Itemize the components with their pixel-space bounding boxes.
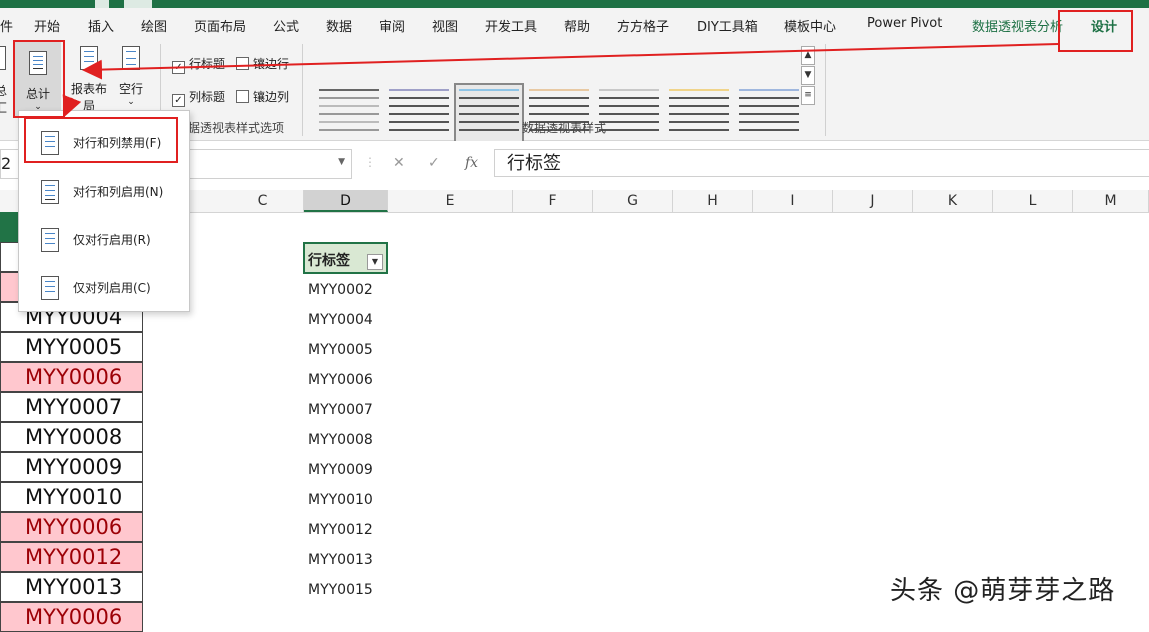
arrow-to-grand-totals (82, 43, 1059, 80)
watermark: 头条 @萌芽芽之路 (890, 576, 1116, 606)
arrow-to-menu-item (62, 94, 82, 117)
annotation-arrows (62, 43, 1059, 117)
